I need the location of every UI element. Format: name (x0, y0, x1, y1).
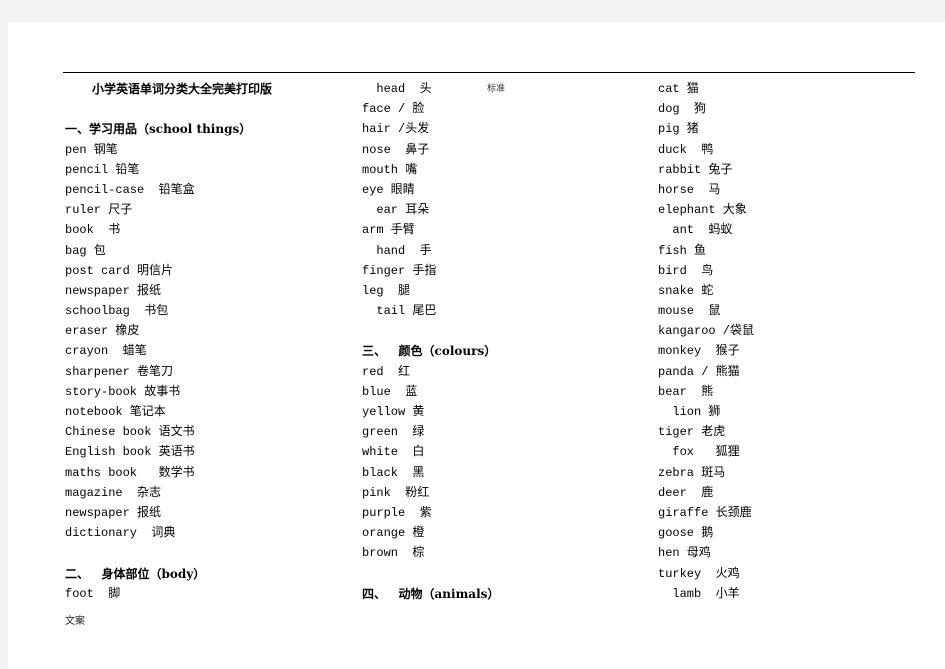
vocab-entry: snake 蛇 (658, 283, 714, 298)
section-heading: 一、学习用品（school things） (65, 122, 252, 137)
vocab-entry: sharpener 卷笔刀 (65, 364, 174, 379)
vocab-entry: black 黑 (362, 465, 425, 480)
vocab-entry: monkey 猴子 (658, 344, 740, 359)
vocab-entry: bear 熊 (658, 384, 714, 399)
vocab-entry: kangaroo /袋鼠 (658, 324, 755, 339)
section-heading: 二、 身体部位（body） (65, 566, 206, 581)
vocab-entry: arm 手臂 (362, 223, 415, 238)
vocab-entry: purple 紫 (362, 505, 432, 520)
vocab-entry: crayon 蜡笔 (65, 344, 147, 359)
vocab-entry: magazine 杂志 (65, 485, 162, 500)
vocab-entry: orange 橙 (362, 526, 425, 541)
vocab-entry: lamb 小羊 (658, 586, 740, 601)
vocab-entry: deer 鹿 (658, 485, 714, 500)
vocab-entry: Chinese book 语文书 (65, 425, 195, 440)
vocab-entry: bag 包 (65, 243, 106, 258)
vocab-entry: head 头 (362, 82, 432, 96)
vocab-entry: rabbit 兔子 (658, 162, 733, 177)
section-heading: 三、 颜色（colours） (362, 344, 497, 359)
vocab-entry: maths book 数学书 (65, 465, 195, 480)
vocab-entry: turkey 火鸡 (658, 566, 740, 581)
vocab-entry: lion 狮 (658, 405, 721, 419)
vocab-entry: pen 钢笔 (65, 142, 118, 157)
vocab-entry: yellow 黄 (362, 405, 425, 419)
vocab-entry: brown 棕 (362, 546, 425, 561)
vocab-entry: eye 眼睛 (362, 182, 415, 197)
vocab-entry: zebra 斑马 (658, 465, 726, 480)
vocab-entry: leg 腿 (362, 283, 411, 298)
vocab-entry: bird 鸟 (658, 263, 714, 278)
vocab-entry: elephant 大象 (658, 203, 747, 218)
vocab-entry: hair /头发 (362, 122, 430, 137)
column-2: head 头 face / 脸 hair /头发 nose 鼻子 mouth 嘴 eye … (362, 79, 499, 604)
section-heading: 四、 动物（animals） (362, 586, 500, 601)
vocab-entry: mouth 嘴 (362, 162, 418, 177)
vocab-entry: tiger 老虎 (658, 425, 726, 440)
vocab-entry: pig 猪 (658, 122, 699, 137)
vocab-entry: pencil-case 铅笔盒 (65, 182, 195, 197)
vocab-entry: notebook 笔记本 (65, 405, 166, 419)
vocab-entry: dog 狗 (658, 102, 707, 117)
vocab-entry: white 白 (362, 445, 425, 460)
vocab-entry: mouse 鼠 (658, 304, 721, 319)
vocab-entry: tail 尾巴 (362, 304, 437, 319)
vocab-entry: cat 猫 (658, 82, 699, 96)
vocab-entry: finger 手指 (362, 263, 437, 278)
vocab-entry: fox 狐狸 (658, 445, 740, 460)
vocab-entry: post card 明信片 (65, 263, 174, 278)
vocab-entry: foot 脚 (65, 586, 121, 601)
vocab-entry: ear 耳朵 (362, 203, 430, 218)
vocab-entry: newspaper 报纸 (65, 505, 162, 520)
vocab-entry: duck 鸭 (658, 142, 714, 157)
vocab-entry: red 红 (362, 364, 411, 379)
column-3: cat 猫 dog 狗 pig 猪 duck 鸭 rabbit 兔子 horse 马 ele… (658, 79, 754, 604)
vocab-entry: blue 蓝 (362, 384, 418, 399)
vocab-entry: face / 脸 (362, 102, 425, 117)
vocab-entry: giraffe 长颈鹿 (658, 505, 752, 520)
vocab-entry: hand 手 (362, 243, 432, 258)
vocab-entry: story-book 故事书 (65, 384, 181, 399)
vocab-entry: panda / 熊猫 (658, 364, 740, 379)
vocab-entry: newspaper 报纸 (65, 283, 162, 298)
vocab-entry: pink 粉红 (362, 485, 430, 500)
page-footer: 文案 (65, 616, 85, 627)
vocab-entry: book 书 (65, 223, 121, 238)
vocab-entry: English book 英语书 (65, 445, 195, 460)
vocab-entry: fish 鱼 (658, 243, 707, 258)
vocab-entry: green 绿 (362, 425, 425, 440)
vocab-entry: schoolbag 书包 (65, 304, 169, 319)
vocab-entry: goose 鹅 (658, 526, 714, 541)
vocab-entry: horse 马 (658, 182, 721, 197)
vocab-entry: eraser 橡皮 (65, 324, 140, 339)
header-divider (63, 72, 915, 73)
vocab-entry: ruler 尺子 (65, 203, 133, 218)
vocab-entry: ant 蚂蚁 (658, 223, 733, 238)
vocab-entry: pencil 铅笔 (65, 162, 140, 177)
document-title: 小学英语单词分类大全完美打印版 (92, 82, 273, 96)
vocab-entry: nose 鼻子 (362, 142, 430, 157)
vocab-entry: hen 母鸡 (658, 546, 711, 561)
document-page: 标准 小学英语单词分类大全完美打印版 一、学习用品（school things） p… (8, 22, 945, 669)
column-1: 小学英语单词分类大全完美打印版一、学习用品（school things） pen … (65, 79, 272, 604)
vocab-entry: dictionary 词典 (65, 526, 176, 541)
